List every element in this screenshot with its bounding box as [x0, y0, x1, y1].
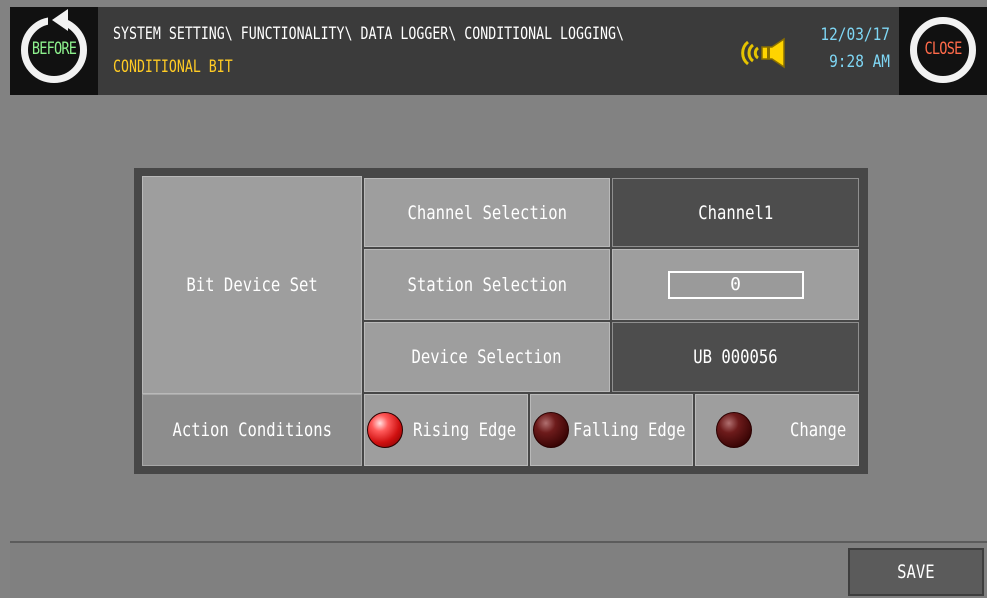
before-label: BEFORE [31, 39, 77, 59]
breadcrumb: SYSTEM SETTING\ FUNCTIONALITY\ DATA LOGG… [113, 24, 624, 44]
bit-device-set-label: Bit Device Set [142, 176, 362, 394]
close-label: CLOSE [924, 39, 963, 59]
option-label: Change [790, 419, 847, 441]
save-button[interactable]: SAVE [848, 548, 984, 596]
screen: BEFORE SYSTEM SETTING\ FUNCTIONALITY\ DA… [0, 0, 987, 598]
speaker-icon[interactable] [740, 34, 796, 72]
option-label: Falling Edge [573, 419, 686, 441]
station-selection-label: Station Selection [364, 249, 610, 320]
conditional-bit-panel: Bit Device Set Channel Selection Channel… [134, 168, 868, 474]
device-selection-field[interactable]: UB 000056 [612, 322, 859, 392]
page-title: CONDITIONAL BIT [113, 57, 233, 77]
channel-selection-label: Channel Selection [364, 178, 610, 247]
station-selection-input[interactable] [667, 270, 804, 299]
clock-time: 9:28 AM [829, 52, 890, 72]
station-selection-cell [612, 249, 859, 320]
radio-on-icon [367, 412, 403, 448]
close-button[interactable]: CLOSE [899, 7, 987, 95]
falling-edge-option[interactable]: Falling Edge [530, 394, 693, 466]
option-label: Rising Edge [413, 419, 517, 441]
radio-off-icon [716, 412, 752, 448]
before-button[interactable]: BEFORE [10, 7, 98, 95]
device-selection-label: Device Selection [364, 322, 610, 392]
header-bar: BEFORE SYSTEM SETTING\ FUNCTIONALITY\ DA… [10, 7, 987, 95]
rising-edge-option[interactable]: Rising Edge [364, 394, 528, 466]
radio-off-icon [533, 412, 569, 448]
change-option[interactable]: Change [695, 394, 859, 466]
channel-selection-field[interactable]: Channel1 [612, 178, 859, 247]
clock-date: 12/03/17 [820, 25, 890, 45]
footer-bar [10, 541, 987, 598]
action-conditions-label: Action Conditions [142, 394, 362, 466]
